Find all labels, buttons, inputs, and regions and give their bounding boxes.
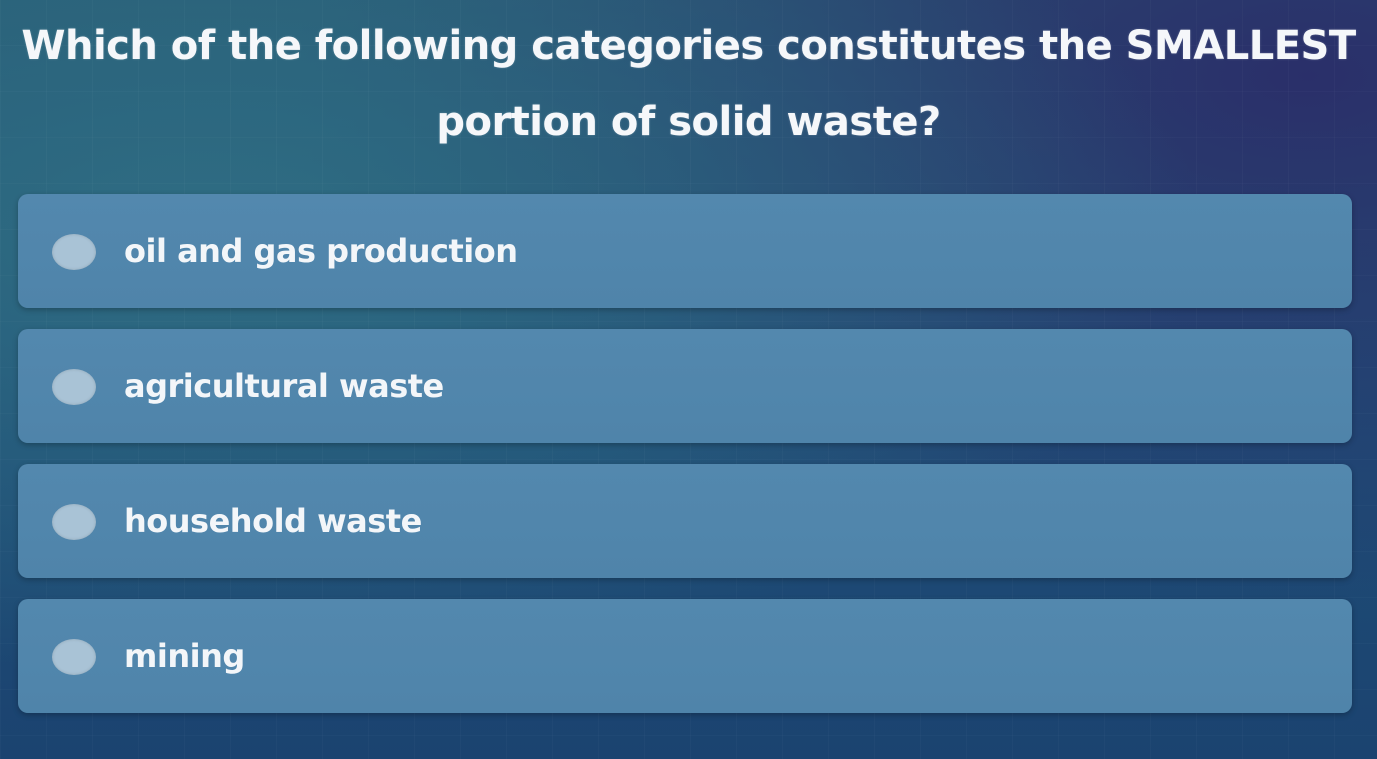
radio-unselected-icon[interactable] bbox=[52, 369, 96, 405]
answer-option-1[interactable]: oil and gas production bbox=[18, 194, 1352, 308]
answer-option-3[interactable]: household waste bbox=[18, 464, 1352, 578]
answer-options: oil and gas production agricultural wast… bbox=[18, 194, 1352, 713]
answer-option-label: household waste bbox=[124, 502, 422, 540]
answer-option-label: mining bbox=[124, 637, 245, 675]
answer-option-4[interactable]: mining bbox=[18, 599, 1352, 713]
radio-unselected-icon[interactable] bbox=[52, 639, 96, 675]
question-text: Which of the following categories consti… bbox=[21, 23, 1356, 145]
radio-unselected-icon[interactable] bbox=[52, 234, 96, 270]
quiz-screen: Which of the following categories consti… bbox=[0, 0, 1377, 759]
radio-unselected-icon[interactable] bbox=[52, 504, 96, 540]
answer-option-label: agricultural waste bbox=[124, 367, 444, 405]
answer-option-label: oil and gas production bbox=[124, 232, 518, 270]
answer-option-2[interactable]: agricultural waste bbox=[18, 329, 1352, 443]
